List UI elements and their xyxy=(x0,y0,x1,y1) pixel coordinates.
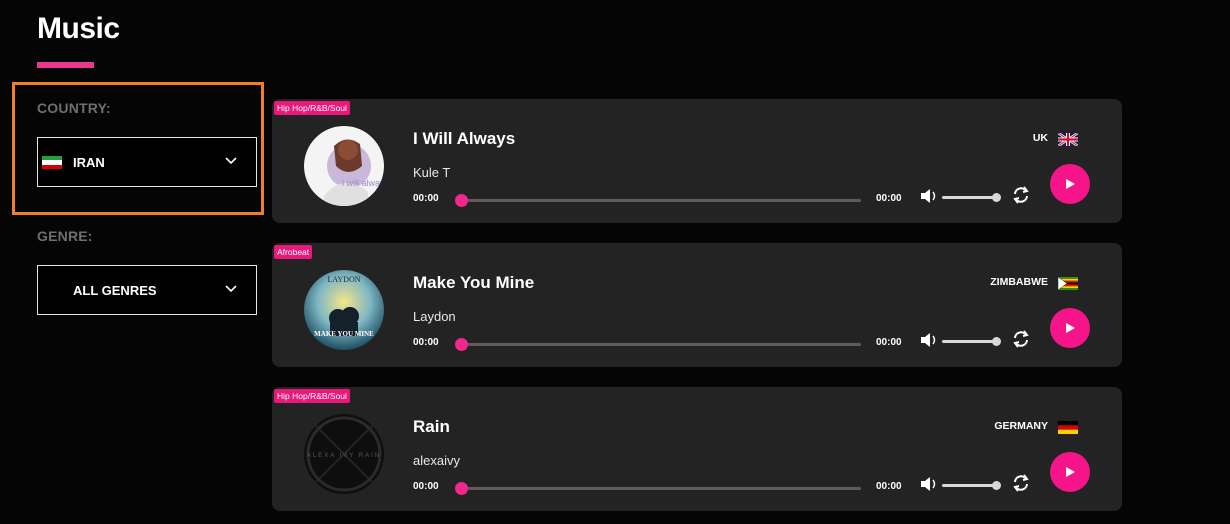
cover-text: LAYDON xyxy=(327,275,360,284)
cover-text-2: MAKE YOU MINE xyxy=(314,330,374,338)
volume-knob[interactable] xyxy=(992,337,1001,346)
progress-bar[interactable] xyxy=(455,338,861,351)
song-title: Make You Mine xyxy=(413,273,535,292)
play-button[interactable] xyxy=(1050,308,1090,348)
artist-name: Kule T xyxy=(413,165,451,180)
progress-knob[interactable] xyxy=(455,194,468,207)
track-card: Afrobeat LAYDON MAKE YOU MINE Make You M… xyxy=(272,243,1122,367)
song-title: I Will Always xyxy=(413,129,516,148)
track-card: Hip Hop/R&B/Soul i will always I Will Al… xyxy=(272,99,1122,223)
volume-icon[interactable] xyxy=(919,331,939,349)
album-cover: ALEXA IVY RAIN xyxy=(304,414,384,494)
duration: 00:00 xyxy=(876,193,902,204)
artist-name: Laydon xyxy=(413,309,456,324)
country-select-value: IRAN xyxy=(73,154,105,170)
country-select[interactable]: IRAN xyxy=(37,137,257,187)
volume-knob[interactable] xyxy=(992,481,1001,490)
repeat-icon[interactable] xyxy=(1012,329,1030,349)
genre-tag: Hip Hop/R&B/Soul xyxy=(274,101,350,115)
zimbabwe-flag-icon xyxy=(1058,277,1078,290)
play-button[interactable] xyxy=(1050,164,1090,204)
volume-icon[interactable] xyxy=(919,187,939,205)
cover-text: ALEXA IVY RAIN xyxy=(307,453,381,459)
volume-knob[interactable] xyxy=(992,193,1001,202)
current-time: 00:00 xyxy=(413,193,439,204)
country-name: UK xyxy=(1032,132,1048,144)
current-time: 00:00 xyxy=(413,481,439,492)
progress-knob[interactable] xyxy=(455,482,468,495)
progress-bar[interactable] xyxy=(455,482,861,495)
album-cover: i will always xyxy=(304,126,384,206)
uk-flag-icon xyxy=(1058,133,1078,146)
country-label: COUNTRY: xyxy=(37,100,111,116)
duration: 00:00 xyxy=(876,337,902,348)
germany-flag-icon xyxy=(1058,421,1078,434)
volume-slider[interactable] xyxy=(942,193,1001,202)
album-cover: LAYDON MAKE YOU MINE xyxy=(304,270,384,350)
country-name: GERMANY xyxy=(994,420,1048,432)
country-name: ZIMBABWE xyxy=(990,276,1048,288)
volume-slider[interactable] xyxy=(942,481,1001,490)
play-button[interactable] xyxy=(1050,452,1090,492)
volume-icon[interactable] xyxy=(919,475,939,493)
song-title: Rain xyxy=(413,417,450,436)
track-card: Hip Hop/R&B/Soul ALEXA IVY RAIN Rain ale… xyxy=(272,387,1122,511)
volume-slider[interactable] xyxy=(942,337,1001,346)
repeat-icon[interactable] xyxy=(1012,473,1030,493)
page-title: Music xyxy=(37,12,120,45)
play-icon xyxy=(1066,179,1075,189)
current-time: 00:00 xyxy=(413,337,439,348)
genre-tag: Hip Hop/R&B/Soul xyxy=(274,389,350,403)
title-underline xyxy=(37,62,94,68)
genre-select[interactable]: ALL GENRES xyxy=(37,265,257,315)
chevron-down-icon xyxy=(225,285,237,293)
play-icon xyxy=(1066,467,1075,477)
repeat-icon[interactable] xyxy=(1012,185,1030,205)
chevron-down-icon xyxy=(225,157,237,165)
duration: 00:00 xyxy=(876,481,902,492)
genre-select-value: ALL GENRES xyxy=(73,282,157,298)
artist-name: alexaivy xyxy=(413,453,460,468)
progress-knob[interactable] xyxy=(455,338,468,351)
play-icon xyxy=(1066,323,1075,333)
cover-text: i will always xyxy=(342,178,384,188)
genre-tag: Afrobeat xyxy=(274,245,313,259)
progress-bar[interactable] xyxy=(455,194,861,207)
genre-label: GENRE: xyxy=(37,228,93,244)
